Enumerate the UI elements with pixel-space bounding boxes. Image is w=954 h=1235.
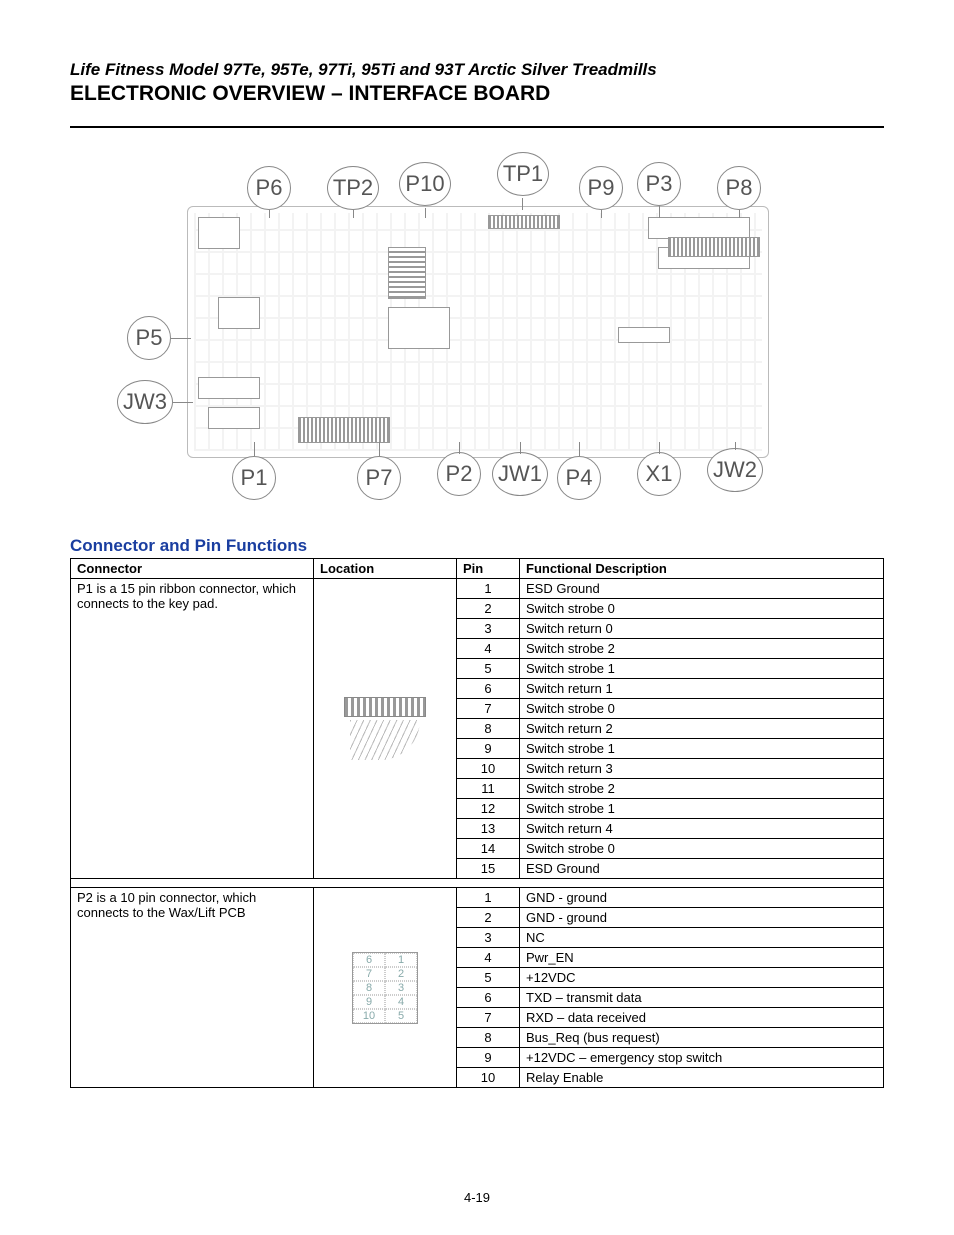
title-divider xyxy=(70,126,884,128)
page-number: 4-19 xyxy=(0,1190,954,1205)
pin-number: 4 xyxy=(457,948,520,968)
pin-desc: Switch strobe 1 xyxy=(520,739,884,759)
pin-desc: GND - ground xyxy=(520,888,884,908)
pin-desc: Switch strobe 2 xyxy=(520,639,884,659)
col-pin: Pin xyxy=(457,559,520,579)
pin-number: 15 xyxy=(457,859,520,879)
pin-number: 7 xyxy=(457,699,520,719)
pin-desc: ESD Ground xyxy=(520,579,884,599)
pin-number: 10 xyxy=(457,759,520,779)
pin-number: 12 xyxy=(457,799,520,819)
pin-desc: Switch return 4 xyxy=(520,819,884,839)
pin-number: 2 xyxy=(457,599,520,619)
callout-p10: P10 xyxy=(399,162,451,206)
pin-number: 14 xyxy=(457,839,520,859)
pin-desc: Relay Enable xyxy=(520,1068,884,1088)
callout-tp1: TP1 xyxy=(497,152,549,196)
connector-desc: P1 is a 15 pin ribbon connector, which c… xyxy=(71,579,314,879)
pcb-board xyxy=(187,206,769,458)
location-illustration: 61728394105 xyxy=(314,888,457,1088)
section-title: Connector and Pin Functions xyxy=(70,536,884,556)
pin-number: 1 xyxy=(457,888,520,908)
page-title: ELECTRONIC OVERVIEW – INTERFACE BOARD xyxy=(70,82,884,106)
model-line: Life Fitness Model 97Te, 95Te, 97Ti, 95T… xyxy=(70,60,884,80)
pin-functions-table: Connector Location Pin Functional Descri… xyxy=(70,558,884,1088)
pin-number: 1 xyxy=(457,579,520,599)
pin-number: 5 xyxy=(457,659,520,679)
callout-jw2: JW2 xyxy=(707,448,763,492)
pin-number: 7 xyxy=(457,1008,520,1028)
pin-desc: Switch return 2 xyxy=(520,719,884,739)
pin-number: 10 xyxy=(457,1068,520,1088)
pin-number: 5 xyxy=(457,968,520,988)
callout-tp2: TP2 xyxy=(327,166,379,210)
callout-p6: P6 xyxy=(247,166,291,210)
pin-desc: TXD – transmit data xyxy=(520,988,884,1008)
table-row: P2 is a 10 pin connector, which connects… xyxy=(71,888,884,908)
pin-desc: +12VDC – emergency stop switch xyxy=(520,1048,884,1068)
pin-desc: GND - ground xyxy=(520,908,884,928)
pin-desc: NC xyxy=(520,928,884,948)
callout-p9: P9 xyxy=(579,166,623,210)
pin-desc: Pwr_EN xyxy=(520,948,884,968)
pin-desc: Switch return 0 xyxy=(520,619,884,639)
pin-number: 13 xyxy=(457,819,520,839)
pin-desc: Bus_Req (bus request) xyxy=(520,1028,884,1048)
pin-desc: Switch strobe 0 xyxy=(520,839,884,859)
pin-number: 9 xyxy=(457,739,520,759)
pin-desc: RXD – data received xyxy=(520,1008,884,1028)
pcb-diagram: P6 TP2 P10 TP1 P9 P3 P8 P5 JW3 P1 P7 P2 … xyxy=(77,146,877,506)
pin-number: 3 xyxy=(457,928,520,948)
callout-p5: P5 xyxy=(127,316,171,360)
callout-x1: X1 xyxy=(637,452,681,496)
connector-desc: P2 is a 10 pin connector, which connects… xyxy=(71,888,314,1088)
pin-number: 9 xyxy=(457,1048,520,1068)
callout-jw1: JW1 xyxy=(492,452,548,496)
spacer-row xyxy=(71,879,884,888)
callout-p7: P7 xyxy=(357,456,401,500)
callout-jw3: JW3 xyxy=(117,380,173,424)
pin-desc: Switch strobe 1 xyxy=(520,659,884,679)
pin-desc: ESD Ground xyxy=(520,859,884,879)
pin-desc: +12VDC xyxy=(520,968,884,988)
table-row: P1 is a 15 pin ribbon connector, which c… xyxy=(71,579,884,599)
pin-desc: Switch strobe 1 xyxy=(520,799,884,819)
pin-desc: Switch strobe 0 xyxy=(520,599,884,619)
callout-p2: P2 xyxy=(437,452,481,496)
pin-number: 2 xyxy=(457,908,520,928)
pin-number: 8 xyxy=(457,1028,520,1048)
callout-p4: P4 xyxy=(557,456,601,500)
callout-p3: P3 xyxy=(637,162,681,206)
col-connector: Connector xyxy=(71,559,314,579)
pin-number: 8 xyxy=(457,719,520,739)
pin-number: 6 xyxy=(457,679,520,699)
callout-p8: P8 xyxy=(717,166,761,210)
pin-desc: Switch return 1 xyxy=(520,679,884,699)
callout-p1: P1 xyxy=(232,456,276,500)
pin-desc: Switch strobe 0 xyxy=(520,699,884,719)
pin-desc: Switch return 3 xyxy=(520,759,884,779)
pin-number: 6 xyxy=(457,988,520,1008)
col-location: Location xyxy=(314,559,457,579)
pin-number: 4 xyxy=(457,639,520,659)
col-desc: Functional Description xyxy=(520,559,884,579)
pin-number: 3 xyxy=(457,619,520,639)
pin-desc: Switch strobe 2 xyxy=(520,779,884,799)
pin-number: 11 xyxy=(457,779,520,799)
location-illustration xyxy=(314,579,457,879)
